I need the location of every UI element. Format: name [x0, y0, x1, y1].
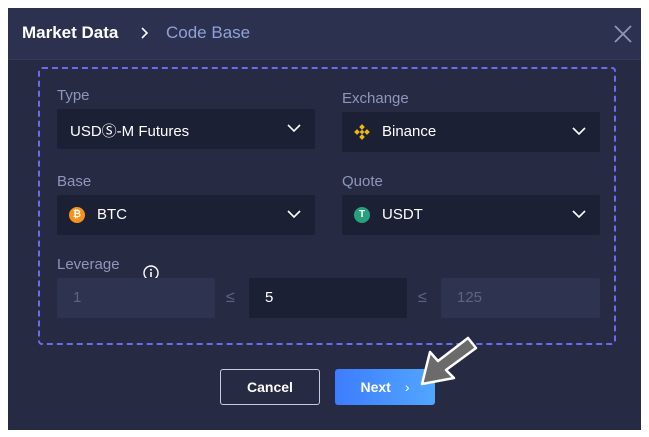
exchange-value: Binance [382, 123, 437, 140]
base-value: BTC [97, 206, 127, 223]
cancel-label: Cancel [247, 379, 293, 395]
chevron-right-icon [141, 27, 149, 39]
binance-icon [354, 124, 370, 140]
chevron-down-icon [287, 124, 301, 133]
cancel-button[interactable]: Cancel [220, 369, 320, 405]
less-equal-sign: ≤ [418, 289, 427, 306]
type-select[interactable]: USDⓈ-M Futures [57, 109, 315, 149]
dialog: Market Data Code Base Type USDⓈ-M Future… [8, 8, 641, 430]
leverage-max-value: 125 [457, 289, 483, 306]
leverage-input[interactable]: 5 [249, 278, 407, 318]
type-label: Type [57, 87, 90, 104]
exchange-select[interactable]: Binance [342, 112, 600, 152]
base-select[interactable]: ₿ BTC [57, 195, 315, 235]
chevron-down-icon [287, 210, 301, 219]
exchange-label: Exchange [342, 90, 409, 107]
close-icon[interactable] [612, 23, 634, 45]
chevron-down-icon [572, 127, 586, 136]
leverage-min-field: 1 [57, 278, 215, 318]
quote-value: USDT [382, 206, 423, 223]
leverage-value: 5 [265, 289, 274, 306]
breadcrumb-market-data[interactable]: Market Data [22, 23, 118, 43]
chevron-right-icon: › [404, 379, 410, 395]
leverage-max-field: 125 [441, 278, 600, 318]
pointer-arrow-icon [420, 336, 478, 386]
dialog-header: Market Data Code Base [8, 8, 641, 60]
quote-label: Quote [342, 173, 383, 190]
next-label: Next [360, 379, 391, 395]
chevron-down-icon [572, 210, 586, 219]
tether-icon: T [354, 207, 370, 223]
less-equal-sign: ≤ [226, 289, 235, 306]
type-value: USDⓈ-M Futures [70, 123, 190, 140]
leverage-min-value: 1 [73, 289, 82, 306]
base-label: Base [57, 173, 92, 190]
bitcoin-icon: ₿ [69, 207, 85, 223]
breadcrumb-code-base: Code Base [166, 23, 251, 42]
quote-select[interactable]: T USDT [342, 195, 600, 235]
leverage-label: Leverage [57, 256, 120, 273]
